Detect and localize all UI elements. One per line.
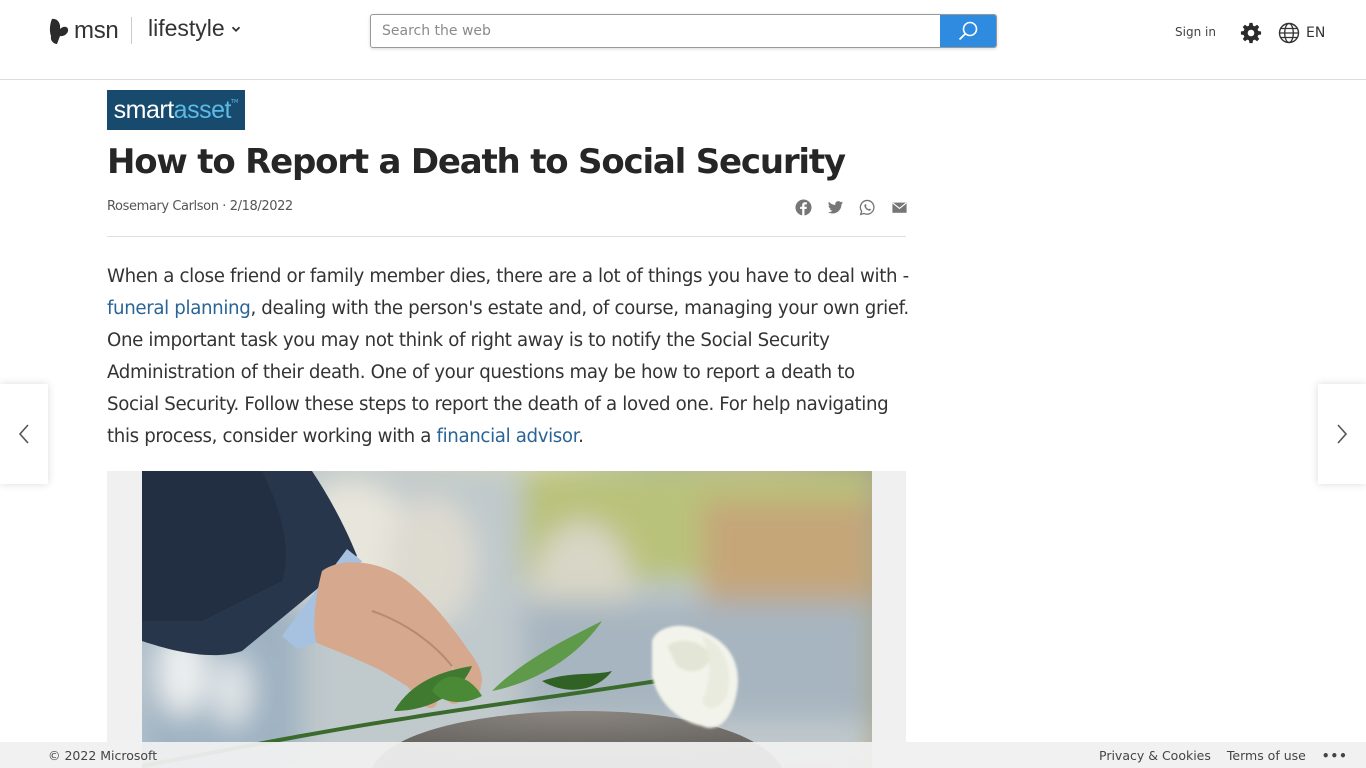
source-name-part1: smart [113,95,175,124]
share-facebook-button[interactable] [794,198,812,216]
financial-advisor-link[interactable]: financial advisor [437,426,579,447]
chevron-left-icon [18,424,29,444]
privacy-cookies-link[interactable]: Privacy & Cookies [1099,748,1211,763]
article-title: How to Report a Death to Social Security [107,142,846,182]
terms-of-use-link[interactable]: Terms of use [1227,748,1306,763]
publish-date: 2/18/2022 [229,199,293,214]
copyright-text: © 2022 Microsoft [48,748,158,763]
previous-article-button[interactable] [0,384,48,484]
footer: © 2022 Microsoft Privacy & Cookies Terms… [0,742,1366,768]
byline-separator: · [218,199,230,214]
chevron-down-icon [231,26,240,32]
source-trademark: TM [230,99,239,105]
article-image[interactable] [142,471,872,768]
funeral-planning-link[interactable]: funeral planning [107,298,251,319]
twitter-icon [827,200,843,213]
source-name-part2: asset [173,95,232,124]
article-figure [107,471,906,768]
gear-icon[interactable] [1240,22,1262,44]
source-logo[interactable]: smart asset TM [107,90,245,130]
msn-logo[interactable]: msn [48,16,119,46]
share-whatsapp-button[interactable] [858,198,876,216]
byline-divider [107,236,906,237]
search-box [370,14,997,48]
section-dropdown[interactable]: lifestyle [148,15,241,42]
share-twitter-button[interactable] [826,198,844,216]
article-intro-paragraph: When a close friend or family member die… [107,261,912,453]
language-label: EN [1306,25,1326,41]
paragraph-text-3: . [578,426,584,447]
next-article-button[interactable] [1318,384,1366,484]
header-divider [131,17,132,44]
search-input[interactable] [371,15,941,47]
sign-in-link[interactable]: Sign in [1175,25,1216,39]
language-selector[interactable]: EN [1278,22,1325,44]
photo-illustration [142,471,872,768]
msn-butterfly-icon [49,18,69,44]
search-button[interactable] [940,15,996,47]
chevron-right-icon [1337,424,1348,444]
logo-text: msn [74,17,119,44]
share-email-button[interactable] [890,198,908,216]
paragraph-text-2: , dealing with the person's estate and, … [107,298,909,447]
mail-icon [891,202,907,213]
footer-links: Privacy & Cookies Terms of use ••• [1099,748,1348,763]
paragraph-text-1: When a close friend or family member die… [107,266,909,287]
whatsapp-icon [859,199,875,215]
search-icon [958,21,978,41]
more-options-button[interactable]: ••• [1322,749,1348,763]
author-link[interactable]: Rosemary Carlson [107,199,219,214]
globe-icon [1278,22,1300,44]
byline: Rosemary Carlson · 2/18/2022 [107,199,293,214]
facebook-icon [794,198,812,216]
section-label: lifestyle [148,15,225,41]
top-header: msn lifestyle Sign in EN [0,0,1366,80]
share-bar [794,198,908,216]
